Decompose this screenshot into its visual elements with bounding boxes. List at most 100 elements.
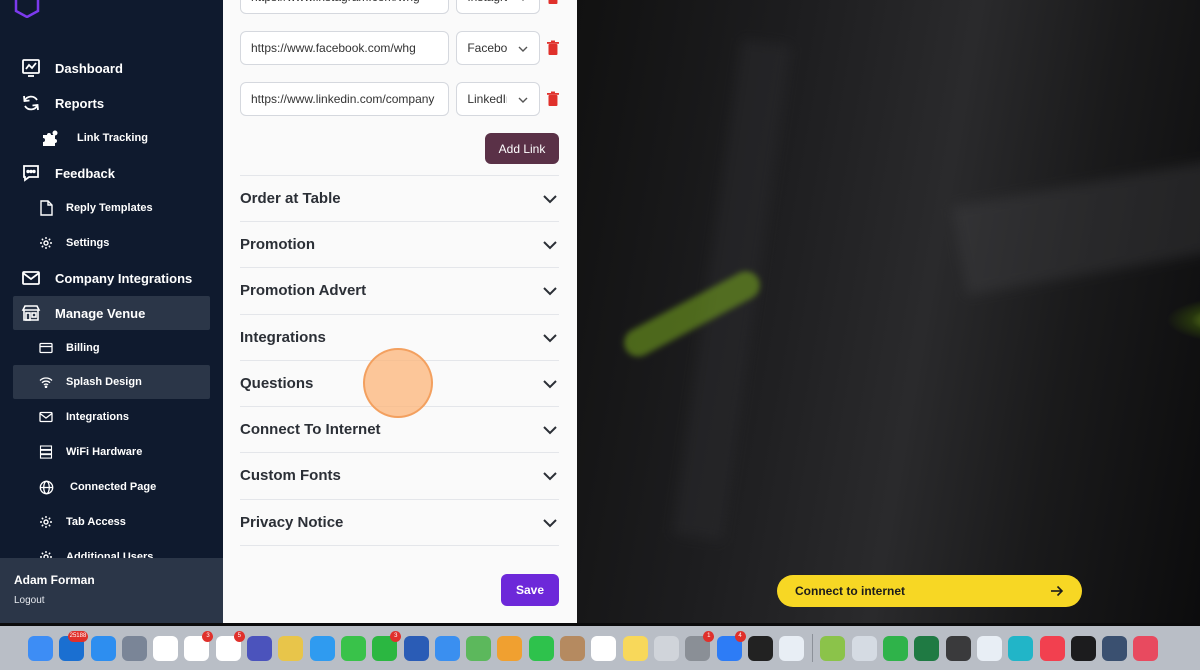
accordion-promotion-advert[interactable]: Promotion Advert bbox=[240, 267, 559, 313]
zoom-icon[interactable]: 4 bbox=[716, 630, 746, 661]
sidebar-item-company-integrations[interactable]: Company Integrations bbox=[13, 261, 210, 295]
trash-icon[interactable] bbox=[546, 40, 560, 56]
word-icon[interactable] bbox=[403, 635, 429, 661]
chevron-down-icon bbox=[543, 286, 557, 295]
accordion-promotion[interactable]: Promotion bbox=[240, 221, 559, 267]
numbers-icon[interactable] bbox=[883, 635, 909, 661]
outlook-icon[interactable]: 25188 bbox=[59, 630, 89, 661]
mail-app-icon[interactable] bbox=[434, 635, 460, 661]
keychain-icon[interactable] bbox=[976, 635, 1002, 661]
quicktime-icon[interactable] bbox=[1102, 635, 1128, 661]
music-icon[interactable] bbox=[1039, 635, 1065, 661]
cursor-highlight bbox=[363, 348, 433, 418]
launchpad-icon[interactable] bbox=[121, 635, 147, 661]
bolt-app-icon[interactable] bbox=[747, 635, 773, 661]
notes-icon[interactable] bbox=[622, 635, 648, 661]
contacts-icon[interactable] bbox=[560, 635, 586, 661]
app-store-icon[interactable] bbox=[90, 635, 116, 661]
notification-badge: 25188 bbox=[67, 630, 89, 642]
gear-icon bbox=[38, 514, 54, 530]
accordion-custom-fonts[interactable]: Custom Fonts bbox=[240, 452, 559, 498]
accordion-title: Promotion bbox=[240, 236, 315, 253]
accordion-title: Integrations bbox=[240, 329, 326, 346]
messages-icon[interactable] bbox=[340, 635, 366, 661]
link-type-value: Facebook bbox=[467, 41, 508, 55]
excel-icon[interactable] bbox=[914, 635, 940, 661]
globe-icon bbox=[38, 479, 54, 495]
sidebar-item-settings[interactable]: Settings bbox=[13, 226, 210, 260]
teams-icon[interactable] bbox=[247, 635, 273, 661]
sidebar-item-feedback[interactable]: Feedback bbox=[13, 156, 210, 190]
sidebar-item-dashboard[interactable]: Dashboard bbox=[13, 51, 210, 85]
sidebar-item-tab-access[interactable]: Tab Access bbox=[13, 505, 210, 539]
webex-icon[interactable] bbox=[820, 635, 846, 661]
iphone-mirroring-icon[interactable] bbox=[653, 635, 679, 661]
maps-icon[interactable] bbox=[466, 635, 492, 661]
link-url-input[interactable]: https://www.instagram.com/whg bbox=[240, 0, 450, 14]
preview-icon[interactable] bbox=[851, 635, 877, 661]
accordion-title: Questions bbox=[240, 375, 314, 392]
reminders-icon[interactable] bbox=[591, 635, 617, 661]
system-settings-icon[interactable]: 1 bbox=[685, 630, 715, 661]
link-url-input[interactable]: https://www.linkedin.com/company bbox=[240, 82, 450, 116]
trash-icon[interactable] bbox=[546, 0, 560, 5]
chevron-down-icon bbox=[518, 46, 528, 52]
connect-label: Connect to internet bbox=[795, 584, 905, 598]
link-row: https://www.instagram.com/whg Instagram bbox=[240, 0, 560, 14]
accordion-order-at-table[interactable]: Order at Table bbox=[240, 175, 559, 221]
sidebar-item-splash-design[interactable]: Splash Design bbox=[13, 365, 210, 399]
terminal-icon[interactable] bbox=[1070, 635, 1096, 661]
sidebar-item-reports[interactable]: Reports bbox=[13, 86, 210, 120]
facetime-icon[interactable] bbox=[528, 635, 554, 661]
photos-icon[interactable] bbox=[497, 635, 523, 661]
chevron-down-icon bbox=[543, 240, 557, 249]
chevron-down-icon bbox=[543, 194, 557, 203]
sidebar-item-label: Reply Templates bbox=[66, 202, 153, 214]
sidebar-item-billing[interactable]: Billing bbox=[13, 331, 210, 365]
chevron-down-icon bbox=[543, 425, 557, 434]
sidebar-item-wifi-hardware[interactable]: WiFi Hardware bbox=[13, 435, 210, 469]
finder-icon[interactable] bbox=[28, 635, 53, 661]
trash-icon[interactable] bbox=[546, 91, 560, 107]
safari-icon[interactable] bbox=[309, 635, 335, 661]
accordion-title: Privacy Notice bbox=[240, 514, 344, 531]
canva-icon[interactable] bbox=[1008, 635, 1034, 661]
sidebar: Dashboard Reports Link Tracking Feedback… bbox=[0, 0, 223, 623]
mail-icon bbox=[38, 409, 54, 425]
logo-hexagon-icon[interactable] bbox=[14, 0, 40, 18]
jira-icon[interactable]: 3 bbox=[184, 630, 214, 661]
arrow-right-icon bbox=[1051, 585, 1064, 597]
sidebar-item-label: Integrations bbox=[66, 411, 129, 423]
notification-badge: 3 bbox=[202, 630, 214, 642]
notification-badge: 1 bbox=[703, 630, 715, 642]
sidebar-item-reply-templates[interactable]: Reply Templates bbox=[13, 191, 210, 225]
chrome-icon[interactable] bbox=[278, 635, 304, 661]
add-link-button[interactable]: Add Link bbox=[485, 133, 559, 164]
sidebar-item-integrations[interactable]: Integrations bbox=[13, 400, 210, 434]
slack-icon[interactable]: 5 bbox=[215, 630, 245, 661]
user-name: Adam Forman bbox=[14, 573, 95, 587]
sidebar-item-link-tracking[interactable]: Link Tracking bbox=[13, 121, 210, 155]
docker-icon[interactable] bbox=[779, 635, 805, 661]
sidebar-item-label: Tab Access bbox=[66, 516, 126, 528]
splash-preview: Connect to internet bbox=[577, 0, 1200, 623]
link-type-select[interactable]: LinkedIn bbox=[456, 82, 541, 116]
link-type-select[interactable]: Facebook bbox=[456, 31, 541, 65]
calculator-icon[interactable] bbox=[945, 635, 971, 661]
puzzle-icon bbox=[41, 130, 61, 146]
logout-link[interactable]: Logout bbox=[14, 595, 209, 606]
sidebar-item-connected-page[interactable]: Connected Page bbox=[13, 470, 210, 504]
chevron-down-icon bbox=[543, 379, 557, 388]
splash-settings-panel: https://www.instagram.com/whg Instagram … bbox=[223, 0, 577, 623]
sidebar-item-manage-venue[interactable]: Manage Venue bbox=[13, 296, 210, 330]
link-type-select[interactable]: Instagram bbox=[456, 0, 541, 14]
refresh-icon bbox=[21, 93, 41, 113]
save-button[interactable]: Save bbox=[501, 574, 559, 606]
calendar-icon[interactable] bbox=[153, 635, 179, 661]
accordion-privacy-notice[interactable]: Privacy Notice bbox=[240, 499, 559, 545]
whatsapp-icon[interactable]: 3 bbox=[372, 630, 402, 661]
credit-card-icon bbox=[38, 340, 54, 356]
link-url-input[interactable]: https://www.facebook.com/whg bbox=[240, 31, 450, 65]
connect-to-internet-button[interactable]: Connect to internet bbox=[777, 575, 1082, 607]
scrivener-icon[interactable] bbox=[1133, 635, 1159, 661]
